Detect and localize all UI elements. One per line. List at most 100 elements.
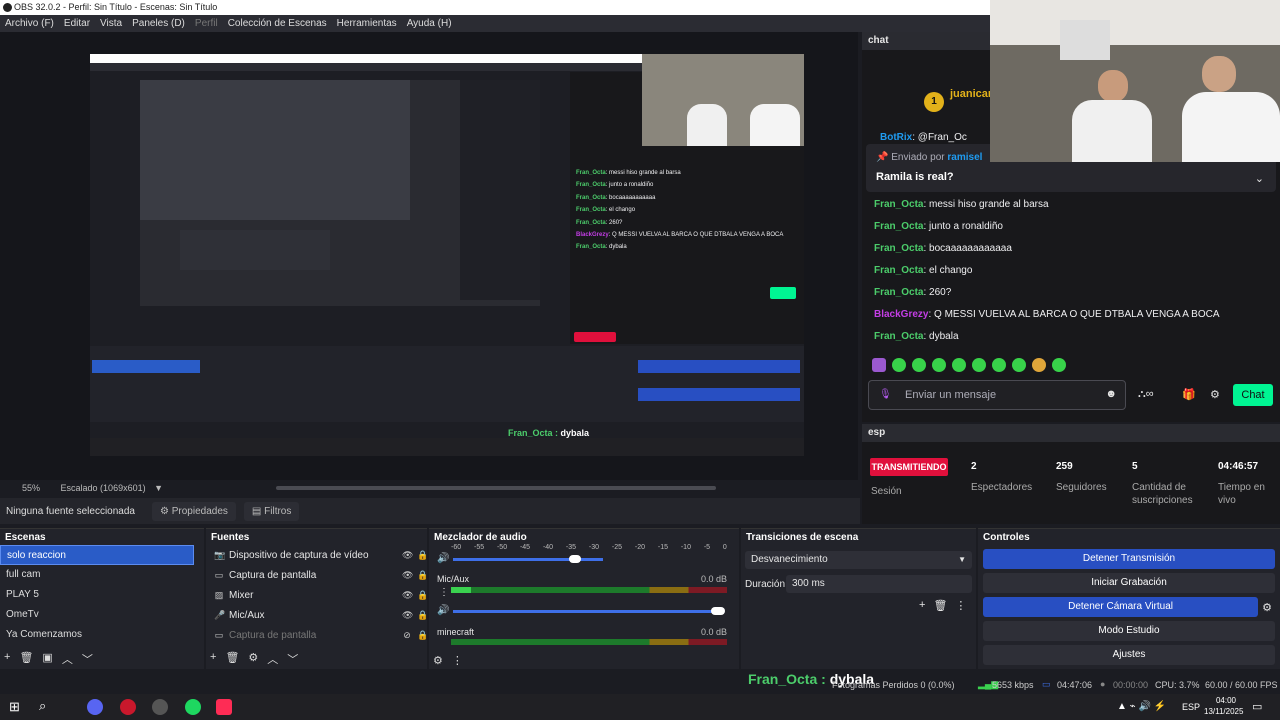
- opera-icon[interactable]: [120, 699, 136, 715]
- mic-volume-handle[interactable]: [711, 607, 725, 615]
- kebab-icon[interactable]: ⋮: [955, 599, 966, 612]
- down-icon[interactable]: ﹀: [82, 651, 93, 667]
- emoji-icon[interactable]: ☻: [1105, 388, 1117, 400]
- scale-dropdown-icon[interactable]: ▼: [154, 483, 163, 493]
- emote-icon[interactable]: [1032, 358, 1046, 372]
- down-icon[interactable]: ﹀: [287, 651, 298, 667]
- emote-icon[interactable]: [912, 358, 926, 372]
- mic-icon[interactable]: 🎙: [879, 389, 892, 400]
- stop-virtual-cam-button[interactable]: Detener Cámara Virtual: [983, 597, 1259, 617]
- emote-icon[interactable]: [932, 358, 946, 372]
- gear-icon[interactable]: ⚙: [1262, 601, 1272, 614]
- emote-icon[interactable]: [992, 358, 1006, 372]
- preview-scrollbar[interactable]: [276, 486, 716, 490]
- scene-item[interactable]: full cam: [0, 565, 194, 585]
- gear-icon[interactable]: ⚙: [248, 651, 258, 667]
- tiktok-icon[interactable]: [216, 699, 232, 715]
- lock-icon[interactable]: 🔒: [417, 570, 428, 580]
- obs-icon[interactable]: [152, 699, 168, 715]
- add-icon[interactable]: +: [919, 599, 925, 612]
- lock-icon[interactable]: 🔒: [417, 610, 428, 620]
- scene-item[interactable]: OmeTv: [0, 605, 194, 625]
- clock-time[interactable]: 04:00: [1213, 696, 1239, 705]
- menu-herramientas[interactable]: Herramientas: [337, 18, 397, 29]
- emote-icon[interactable]: [1012, 358, 1026, 372]
- search-icon[interactable]: ⌕: [39, 698, 46, 714]
- emote-icon[interactable]: [972, 358, 986, 372]
- notifications-icon[interactable]: ▭: [1252, 700, 1262, 713]
- settings-button[interactable]: Ajustes: [983, 645, 1275, 665]
- clock-date[interactable]: 13/11/2025: [1204, 707, 1243, 716]
- gift-icon[interactable]: 🎁: [1182, 388, 1196, 401]
- language-indicator[interactable]: ESP: [1182, 702, 1200, 712]
- eye-hidden-icon[interactable]: ⊘: [402, 630, 412, 640]
- lock-icon[interactable]: 🔒: [417, 550, 428, 560]
- menu-vista[interactable]: Vista: [100, 18, 122, 29]
- discord-icon[interactable]: [87, 699, 103, 715]
- trash-icon[interactable]: 🗑: [225, 651, 239, 667]
- source-item[interactable]: 🎤 Mic/Aux 👁 🔒: [206, 605, 428, 625]
- up-icon[interactable]: ︿: [62, 651, 73, 667]
- taskbar: ⊞ ⌕ ▲ ⌁ 🔊 ⚡ ESP 04:00 13/11/2025 ▭: [0, 694, 1280, 720]
- add-icon[interactable]: +: [4, 651, 10, 667]
- camera-wall: [990, 0, 1280, 50]
- start-recording-button[interactable]: Iniciar Grabación: [983, 573, 1275, 593]
- kebab-icon[interactable]: ⋮: [452, 654, 463, 667]
- speaker-icon[interactable]: 🔊: [437, 605, 449, 616]
- menu-perfil[interactable]: Perfil: [195, 18, 218, 29]
- chevron-down-icon[interactable]: ⌄: [1255, 172, 1264, 185]
- studio-mode-button[interactable]: Modo Estudio: [983, 621, 1275, 641]
- chat-input[interactable]: 🎙 Enviar un mensaje ☻: [868, 380, 1126, 410]
- chat-input-placeholder: Enviar un mensaje: [905, 389, 997, 401]
- nested-chat-list: Fran_Octa: messi hiso grande al barsa Fr…: [576, 167, 783, 254]
- windows-start-icon[interactable]: ⊞: [9, 699, 20, 715]
- mic-volume-slider[interactable]: [453, 610, 723, 613]
- eye-icon[interactable]: 👁: [402, 570, 413, 580]
- filter-icon[interactable]: ▣: [42, 651, 52, 667]
- zoom-level[interactable]: 55%: [22, 483, 40, 493]
- add-icon[interactable]: +: [210, 651, 216, 667]
- scene-item[interactable]: PLAY 5: [0, 585, 194, 605]
- eye-icon[interactable]: 👁: [402, 550, 413, 560]
- emote-icon[interactable]: [952, 358, 966, 372]
- mixer-settings-icon[interactable]: ⚙: [433, 654, 443, 667]
- emote-icon[interactable]: [892, 358, 906, 372]
- source-item[interactable]: ▨ Mixer 👁 🔒: [206, 585, 428, 605]
- source-item[interactable]: ▭ Captura de pantalla ⊘ 🔒: [206, 625, 428, 645]
- emote-icon[interactable]: [1052, 358, 1066, 372]
- source-item[interactable]: ▭ Captura de pantalla 👁 🔒: [206, 565, 428, 585]
- emote-icon[interactable]: [872, 358, 886, 372]
- master-volume-handle[interactable]: [569, 555, 581, 563]
- menu-paneles[interactable]: Paneles (D): [132, 18, 185, 29]
- channel-points-icon[interactable]: ⛬∞: [1138, 388, 1154, 401]
- chat-send-button[interactable]: Chat: [1233, 384, 1273, 406]
- duration-input[interactable]: 300 ms: [786, 575, 972, 593]
- menu-editar[interactable]: Editar: [64, 18, 90, 29]
- menu-ayuda[interactable]: Ayuda (H): [407, 18, 452, 29]
- transition-select[interactable]: Desvanecimiento ▼: [745, 551, 972, 569]
- source-item[interactable]: 📷 Dispositivo de captura de vídeo 👁 🔒: [206, 545, 428, 565]
- top-user: juanicar: [950, 88, 993, 100]
- scene-item[interactable]: solo reaccion: [0, 545, 194, 565]
- scene-item[interactable]: Ya Comenzamos: [0, 625, 194, 645]
- gear-icon[interactable]: ⚙: [1210, 388, 1220, 401]
- speaker-icon[interactable]: 🔊: [437, 553, 449, 564]
- menu-archivo[interactable]: Archivo (F): [5, 18, 54, 29]
- kebab-icon[interactable]: ⋮: [439, 587, 449, 598]
- nested-chat-line: Fran_Octa: dybala: [576, 244, 627, 251]
- trash-icon[interactable]: 🗑: [933, 599, 947, 612]
- chat-message: Fran_Octa: bocaaaaaaaaaaaa: [874, 243, 1012, 254]
- lock-icon[interactable]: 🔒: [417, 590, 428, 600]
- eye-icon[interactable]: 👁: [402, 610, 413, 620]
- lock-icon[interactable]: 🔒: [417, 630, 428, 640]
- tray-icons[interactable]: ▲ ⌁ 🔊 ⚡: [1117, 701, 1166, 712]
- filters-button[interactable]: ▤ Filtros: [243, 501, 300, 521]
- stop-streaming-button[interactable]: Detener Transmisión: [983, 549, 1275, 569]
- eye-icon[interactable]: 👁: [402, 590, 413, 600]
- preview-canvas[interactable]: Fran_Octa: messi hiso grande al barsa Fr…: [90, 54, 804, 456]
- trash-icon[interactable]: 🗑: [19, 651, 33, 667]
- spotify-icon[interactable]: [185, 699, 201, 715]
- menu-coleccion-escenas[interactable]: Colección de Escenas: [228, 18, 327, 29]
- properties-button[interactable]: ⚙ Propiedades: [152, 501, 236, 521]
- up-icon[interactable]: ︿: [267, 651, 278, 667]
